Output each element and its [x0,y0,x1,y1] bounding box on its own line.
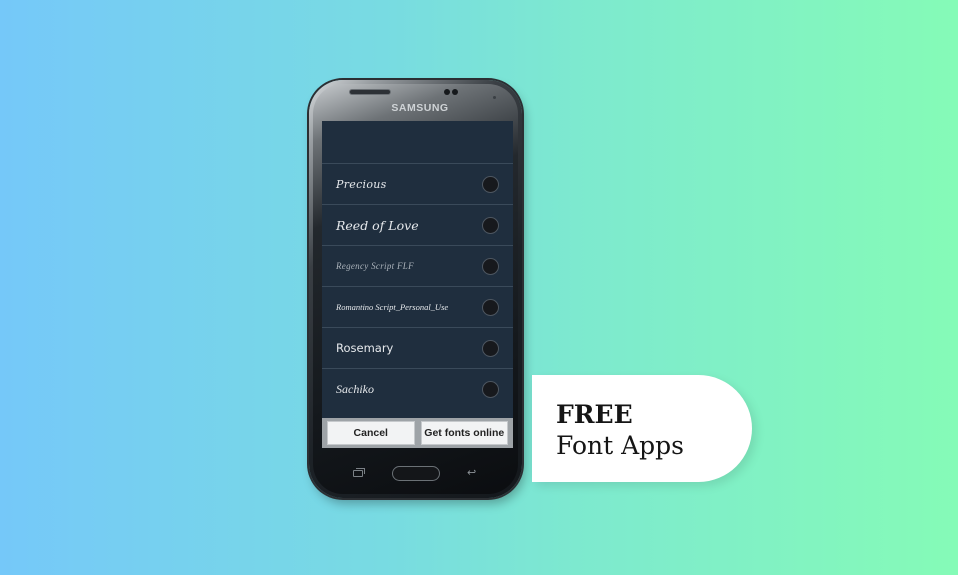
proximity-sensor [452,89,458,95]
font-list-item[interactable]: Romantino Script_Personal_Use [322,286,513,327]
font-list-item[interactable]: Precious [322,163,513,204]
radio-button[interactable] [482,340,499,357]
front-camera [444,89,450,95]
back-icon[interactable]: ↩ [467,466,476,479]
tag-title-line-1: FREE [556,400,633,429]
earpiece-speaker [349,89,391,95]
radio-button[interactable] [482,258,499,275]
font-name: Romantino Script_Personal_Use [336,302,449,312]
font-list-item[interactable]: Regency Script FLF [322,245,513,286]
font-name: Rosemary [336,341,394,355]
home-button[interactable] [392,466,440,481]
font-name: Reed of Love [336,217,419,233]
tag-title-line-2: Font Apps [556,431,685,460]
radio-button[interactable] [482,299,499,316]
get-fonts-online-button[interactable]: Get fonts online [420,421,508,445]
cancel-button[interactable]: Cancel [327,421,415,445]
font-list-item[interactable]: Reed of Love [322,204,513,245]
phone-screen: Precious Reed of Love Regency Script FLF… [322,121,513,448]
recent-apps-icon[interactable] [353,468,365,477]
font-name: Precious [336,177,387,191]
font-name: Regency Script FLF [336,261,414,271]
phone-brand-logo: SAMSUNG [391,102,449,114]
font-name: Sachiko [336,381,374,396]
radio-button[interactable] [482,381,499,398]
radio-button[interactable] [482,176,499,193]
radio-button[interactable] [482,217,499,234]
font-list-item[interactable]: Rosemary [322,327,513,368]
light-sensor [493,96,496,99]
dialog-button-bar: Cancel Get fonts online [322,418,513,448]
title-tag: FREE Font Apps [532,375,752,482]
font-list-item[interactable]: Sachiko [322,368,513,409]
font-list: Precious Reed of Love Regency Script FLF… [322,163,513,409]
